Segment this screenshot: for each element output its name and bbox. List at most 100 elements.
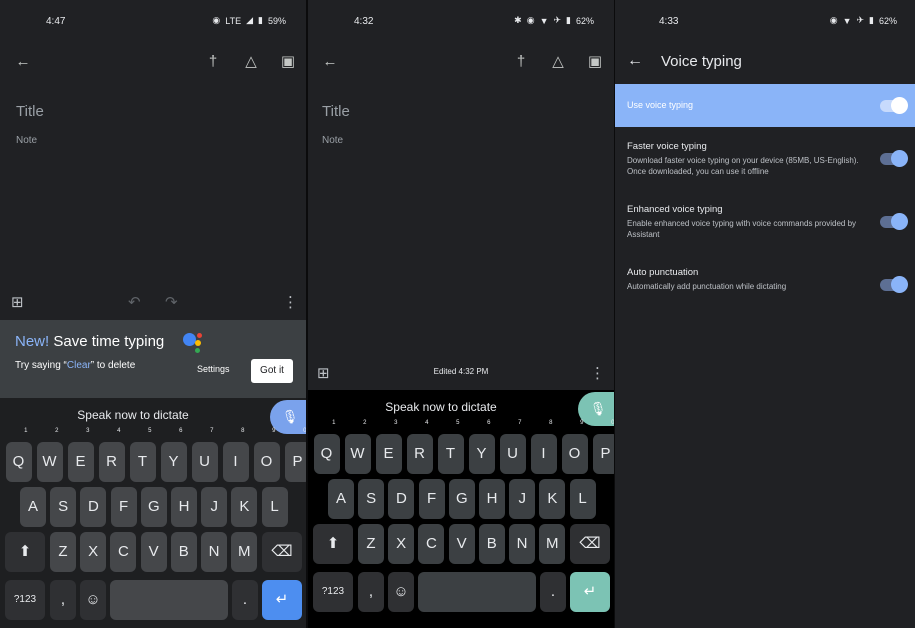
key-p[interactable]: P0 [592,420,614,474]
setting-row[interactable]: Enhanced voice typing Enable enhanced voi… [627,204,915,240]
reminder-bell-icon[interactable]: △ [241,52,261,72]
more-vert-icon[interactable]: ⋮ [590,364,605,384]
space-key[interactable] [110,580,228,620]
key-z[interactable]: Z [50,532,76,572]
key-q[interactable]: Q1 [5,428,32,482]
pin-icon[interactable]: † [511,52,531,72]
period-key[interactable]: . [540,572,566,612]
shift-key-icon[interactable]: ⬆ [313,524,353,564]
setting-toggle[interactable] [880,150,908,167]
reminder-bell-icon[interactable]: △ [548,52,568,72]
key-j[interactable]: J [201,487,228,527]
backspace-key-icon[interactable]: ⌫ [570,524,610,564]
key-h[interactable]: H [171,487,197,527]
key-g[interactable]: G [448,479,475,519]
emoji-key-icon[interactable]: ☺ [80,580,106,620]
key-a[interactable]: A [328,479,354,519]
redo-icon[interactable]: ↷ [165,293,178,313]
key-x[interactable]: X [80,532,107,572]
key-t[interactable]: T5 [129,428,156,482]
back-arrow-icon[interactable]: ← [13,52,33,72]
symbols-key[interactable]: ?123 [313,572,353,612]
key-v[interactable]: V [448,524,475,564]
promo-settings-button[interactable]: Settings [197,364,230,374]
comma-key[interactable]: , [358,572,384,612]
key-o[interactable]: O9 [253,428,280,482]
key-y[interactable]: Y6 [160,428,187,482]
enter-key-icon[interactable]: ↵ [262,580,302,620]
key-c[interactable]: C [418,524,445,564]
archive-icon[interactable]: ▣ [278,52,298,72]
key-n[interactable]: N [201,532,227,572]
emoji-key-icon[interactable]: ☺ [388,572,414,612]
key-w[interactable]: W2 [344,420,371,474]
archive-icon[interactable]: ▣ [585,52,605,72]
key-c[interactable]: C [110,532,137,572]
promo-got-it-button[interactable]: Got it [251,359,293,383]
note-body-input[interactable]: Note [322,135,343,146]
key-d[interactable]: D [388,479,415,519]
key-m[interactable]: M [539,524,566,564]
key-j[interactable]: J [509,479,536,519]
setting-row[interactable]: Auto punctuation Automatically add punctu… [627,267,915,293]
key-r[interactable]: R4 [98,428,125,482]
key-m[interactable]: M [231,532,258,572]
key-o[interactable]: O9 [561,420,588,474]
key-n[interactable]: N [509,524,535,564]
key-u[interactable]: U7 [191,428,218,482]
key-i[interactable]: I8 [530,420,557,474]
setting-row[interactable]: Faster voice typing Download faster voice… [627,141,915,177]
key-b[interactable]: B [170,532,197,572]
shift-key-icon[interactable]: ⬆ [5,532,45,572]
network-type: LTE [225,15,242,26]
key-s[interactable]: S [50,487,77,527]
period-key[interactable]: . [232,580,258,620]
undo-icon[interactable]: ↶ [128,293,141,313]
more-vert-icon[interactable]: ⋮ [283,293,298,313]
note-title-input[interactable]: Title [322,103,350,120]
key-z[interactable]: Z [358,524,384,564]
comma-key[interactable]: , [50,580,76,620]
key-g[interactable]: G [140,487,167,527]
use-voice-typing-row[interactable]: Use voice typing [615,84,915,127]
key-l[interactable]: L [569,479,596,519]
key-t[interactable]: T5 [437,420,464,474]
key-w[interactable]: W2 [36,428,63,482]
key-h[interactable]: H [479,479,505,519]
key-v[interactable]: V [140,532,167,572]
key-x[interactable]: X [388,524,415,564]
key-l[interactable]: L [261,487,288,527]
note-title-input[interactable]: Title [16,103,44,120]
back-arrow-icon[interactable]: ← [627,52,643,70]
key-u[interactable]: U7 [499,420,526,474]
space-key[interactable] [418,572,536,612]
key-y[interactable]: Y6 [468,420,495,474]
key-r[interactable]: R4 [406,420,433,474]
setting-toggle[interactable] [880,213,908,230]
key-s[interactable]: S [358,479,385,519]
keep-note-panel-1: 4:47 ◉ LTE ◢ ▮ 59% ← † △ ▣ Title Note ⊞ … [0,0,306,628]
key-e[interactable]: E3 [375,420,402,474]
key-p[interactable]: P0 [284,428,306,482]
note-body-input[interactable]: Note [16,135,37,146]
dnd-off-icon: ◉ [526,15,535,25]
setting-toggle[interactable] [880,276,908,293]
key-a[interactable]: A [20,487,46,527]
key-e[interactable]: E3 [67,428,94,482]
use-voice-typing-toggle[interactable] [880,97,908,114]
key-b[interactable]: B [478,524,505,564]
key-k[interactable]: K [539,479,566,519]
key-k[interactable]: K [231,487,258,527]
key-hint-0: 0 [303,428,306,434]
add-box-icon[interactable]: ⊞ [11,293,24,313]
symbols-key[interactable]: ?123 [5,580,45,620]
key-f[interactable]: F [418,479,445,519]
key-q[interactable]: Q1 [313,420,340,474]
enter-key-icon[interactable]: ↵ [570,572,610,612]
key-i[interactable]: I8 [222,428,249,482]
key-f[interactable]: F [110,487,137,527]
back-arrow-icon[interactable]: ← [320,52,340,72]
backspace-key-icon[interactable]: ⌫ [262,532,302,572]
key-d[interactable]: D [80,487,107,527]
pin-icon[interactable]: † [203,52,223,72]
